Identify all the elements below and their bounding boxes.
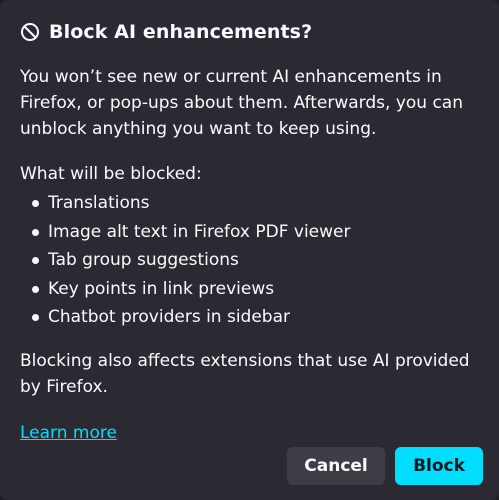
block-button[interactable]: Block <box>395 447 483 485</box>
list-item-label: Translations <box>48 193 150 213</box>
list-item: Image alt text in Firefox PDF viewer <box>20 218 480 247</box>
block-icon <box>20 22 40 42</box>
dialog-body: You won’t see new or current AI enhancem… <box>20 64 480 400</box>
list-item: Translations <box>20 189 480 218</box>
extensions-note: Blocking also affects extensions that us… <box>20 350 470 397</box>
list-item: Chatbot providers in sidebar <box>20 303 480 332</box>
list-item: Key points in link previews <box>20 275 480 304</box>
bullet-icon <box>32 314 39 321</box>
dialog-buttons: Cancel Block <box>287 447 483 485</box>
list-item-label: Key points in link previews <box>48 278 275 299</box>
blocked-heading: What will be blocked: <box>20 164 202 184</box>
block-ai-dialog: Block AI enhancements? You won’t see new… <box>0 0 499 500</box>
dialog-header: Block AI enhancements? <box>20 18 312 46</box>
dialog-title: Block AI enhancements? <box>49 21 313 43</box>
blocked-list: Translations Image alt text in Firefox P… <box>20 189 480 332</box>
list-item: Tab group suggestions <box>20 246 480 275</box>
bullet-icon <box>32 200 39 207</box>
bullet-icon <box>32 257 39 264</box>
bullet-icon <box>32 228 39 236</box>
list-item-label: Tab group suggestions <box>48 250 239 270</box>
learn-more-link[interactable]: Learn more <box>20 420 117 446</box>
list-item-label: Chatbot providers in sidebar <box>48 307 291 327</box>
cancel-button[interactable]: Cancel <box>287 447 385 485</box>
bullet-icon <box>32 285 39 293</box>
intro-text: You won’t see new or current AI enhancem… <box>20 67 463 139</box>
list-item-label: Image alt text in Firefox PDF viewer <box>48 221 351 242</box>
